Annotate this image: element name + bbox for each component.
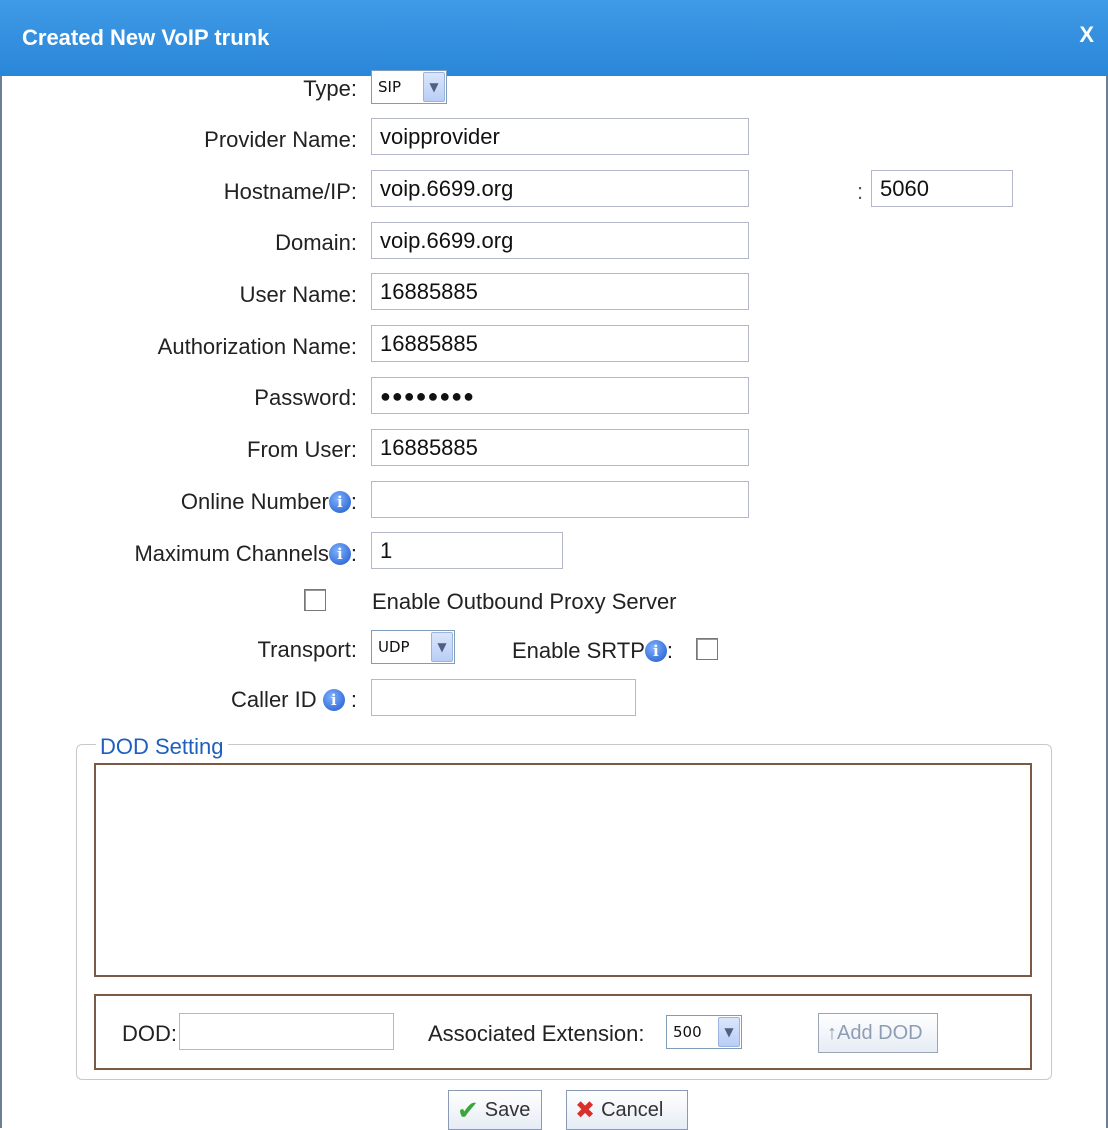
srtp-label: Enable SRTP i: [512, 638, 673, 664]
type-label: Type: [303, 76, 357, 101]
dod-legend: DOD Setting [96, 734, 228, 760]
max-channels-text: Maximum Channels [134, 541, 329, 566]
type-select-value: SIP [378, 78, 401, 96]
domain-label: Domain: [275, 230, 357, 255]
cancel-label: Cancel [601, 1098, 664, 1121]
type-select[interactable]: SIP ▼ [371, 70, 447, 104]
from-user-label: From User: [247, 437, 357, 462]
info-icon[interactable]: i [328, 491, 351, 513]
assoc-ext-label: Associated Extension: [428, 1021, 645, 1046]
save-label: Save [484, 1098, 531, 1121]
port-separator: : [857, 179, 864, 204]
info-icon[interactable]: i [328, 543, 351, 565]
dod-label: DOD: [122, 1021, 177, 1046]
chevron-down-icon: ▼ [718, 1017, 740, 1047]
info-icon[interactable]: i [322, 689, 345, 711]
max-channels-label: Maximum Channels i: [134, 541, 357, 567]
caller-id-label: Caller ID i : [231, 687, 357, 713]
close-icon[interactable]: X [1079, 22, 1094, 48]
dod-input[interactable] [179, 1013, 394, 1050]
srtp-text: Enable SRTP [512, 638, 645, 663]
cross-icon: ✖ [575, 1096, 596, 1124]
password-label: Password: [254, 385, 357, 410]
add-dod-button[interactable]: ↑Add DOD [818, 1013, 938, 1053]
hostname-label: Hostname/IP: [223, 179, 357, 204]
colon: : [350, 687, 357, 712]
save-button[interactable]: ✔ Save [448, 1090, 542, 1130]
caller-id-text: Caller ID [231, 687, 317, 712]
hostname-input[interactable]: voip.6699.org [371, 170, 749, 207]
domain-input[interactable]: voip.6699.org [371, 222, 749, 259]
online-number-input[interactable] [371, 481, 749, 518]
dialog-titlebar: Created New VoIP trunk X [0, 0, 1108, 76]
chevron-down-icon: ▼ [431, 632, 453, 662]
provider-name-label: Provider Name: [204, 127, 357, 152]
auth-name-input[interactable]: 16885885 [371, 325, 749, 362]
provider-name-input[interactable]: voipprovider [371, 118, 749, 155]
colon: : [666, 638, 674, 663]
assoc-ext-select[interactable]: 500 ▼ [666, 1015, 742, 1049]
from-user-input[interactable]: 16885885 [371, 429, 749, 466]
online-number-label: Online Number i: [181, 489, 357, 515]
caller-id-input[interactable] [371, 679, 636, 716]
online-number-text: Online Number [180, 489, 329, 514]
outbound-proxy-checkbox[interactable] [304, 589, 326, 611]
chevron-down-icon: ▼ [423, 72, 445, 102]
cancel-button[interactable]: ✖ Cancel [566, 1090, 688, 1130]
user-name-label: User Name: [239, 282, 357, 307]
checkmark-icon: ✔ [457, 1094, 479, 1125]
auth-name-label: Authorization Name: [157, 334, 357, 359]
max-channels-input[interactable]: 1 [371, 532, 563, 569]
colon: : [350, 541, 357, 566]
password-input[interactable]: ●●●●●●●● [371, 377, 749, 414]
dod-list[interactable] [94, 763, 1032, 977]
dialog-title: Created New VoIP trunk [22, 25, 270, 50]
assoc-ext-value: 500 [673, 1023, 702, 1041]
colon: : [350, 489, 357, 514]
transport-label: Transport: [257, 637, 357, 662]
transport-select[interactable]: UDP ▼ [371, 630, 455, 664]
srtp-checkbox[interactable] [696, 638, 718, 660]
info-icon[interactable]: i [644, 640, 667, 662]
transport-select-value: UDP [378, 638, 410, 656]
outbound-proxy-label: Enable Outbound Proxy Server [372, 589, 677, 614]
user-name-input[interactable]: 16885885 [371, 273, 749, 310]
port-input[interactable]: 5060 [871, 170, 1013, 207]
